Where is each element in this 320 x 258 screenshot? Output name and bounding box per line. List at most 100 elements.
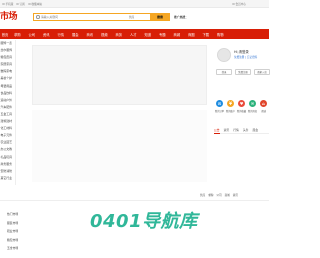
sidebar-item[interactable]: 办公文教 (0, 146, 15, 153)
section-link[interactable]: 供应 (200, 193, 205, 197)
sidebar-item[interactable]: 美妆个护 (0, 75, 15, 82)
nav-item-video[interactable]: 视频 (97, 32, 112, 37)
nav-item-bulletin[interactable]: 商讯 (83, 32, 98, 37)
mobile-link[interactable]: 手机版 (2, 2, 13, 6)
sidebar-item[interactable]: 运动户外 (0, 97, 15, 104)
sidebar-item[interactable]: 建筑建材 (0, 118, 15, 125)
sidebar-item[interactable]: 礼品玩具 (0, 154, 15, 161)
nav-item-business[interactable]: 商务 (112, 32, 127, 37)
member-center-link[interactable]: 会员中心 (232, 2, 246, 6)
heart-icon: ♥ (238, 100, 245, 107)
currency-icon: ¥ (227, 100, 234, 107)
search-icon (36, 15, 40, 19)
section-link[interactable]: 商城 (225, 193, 230, 197)
search-input[interactable] (41, 14, 127, 20)
nav-item-market[interactable]: 行情 (54, 32, 69, 37)
sidebar-item[interactable]: 商务服务 (0, 161, 15, 168)
search-category-select[interactable]: 供应 (129, 15, 134, 20)
nav-item-know[interactable]: 知道 (141, 32, 156, 37)
watermark-text: 0401导航库 (90, 211, 198, 232)
shortcut-messages[interactable]: ✉ 我的消息 (247, 100, 258, 113)
market-list-item[interactable]: 服装市场 (0, 219, 22, 228)
shortcut-favorites[interactable]: ♥ 我的收藏 (236, 100, 247, 113)
hot-search-label: 推广热搜： (174, 15, 188, 19)
member-center-label: 会员中心 (235, 3, 246, 6)
mobile-icon (2, 2, 5, 6)
sidebar-item[interactable]: 五金工具 (0, 111, 15, 118)
sidebar-item[interactable]: 电子元件 (0, 132, 15, 139)
nav-item-home[interactable]: 首页 (0, 32, 10, 37)
nav-item-mall[interactable]: 商城 (170, 32, 185, 37)
nav-item-buy[interactable]: 求购 (10, 32, 25, 37)
login-links-text[interactable]: 免费注册 | 忘记密码 (234, 56, 257, 59)
section-link[interactable]: 求购 (208, 193, 213, 197)
login-button[interactable]: 登录 (216, 69, 232, 75)
divider (0, 200, 269, 201)
sidebar-item[interactable]: 汽车配件 (0, 104, 15, 111)
tab-news[interactable]: 资讯 (224, 128, 230, 134)
nav-item-download[interactable]: 下载 (199, 32, 214, 37)
sidebar-item[interactable]: 母婴用品 (0, 83, 15, 90)
login-links[interactable]: 免费注册 | 忘记密码 (234, 55, 257, 59)
nav-item-circle[interactable]: 商圈 (184, 32, 199, 37)
market-list-item[interactable]: 五金市场 (0, 244, 22, 253)
nav-item-jobs[interactable]: 人才 (126, 32, 141, 37)
merchant-join-button[interactable]: 商家入驻 (254, 69, 270, 75)
register-button[interactable]: 免费注册 (235, 69, 251, 75)
sidebar-item[interactable]: 农业园艺 (0, 139, 15, 146)
bookmark-link[interactable]: 收藏本站 (28, 2, 42, 6)
sidebar-item[interactable]: 箱包皮具 (0, 54, 15, 61)
avatar[interactable] (217, 48, 231, 62)
market-list-item[interactable]: 箱包市场 (0, 236, 22, 245)
top-bar: 手机版 订阅 收藏本站 会员中心 (0, 0, 269, 8)
sidebar-item[interactable]: 食品饮料 (0, 90, 15, 97)
shortcut-label: 我的账户 (225, 109, 236, 113)
subscribe-label: 订阅 (19, 3, 25, 6)
shortcut-label: 商铺 (261, 109, 266, 113)
nav-item-news[interactable]: 资讯 (39, 32, 54, 37)
shortcut-shop[interactable]: ⌂ 商铺 (258, 100, 269, 113)
search-bar: 供应 搜索 (33, 13, 170, 21)
market-list-item[interactable]: 热门市场 (0, 210, 22, 219)
nav-item-company[interactable]: 公司 (25, 32, 40, 37)
nav-item-shopping[interactable]: 购物 (213, 32, 228, 37)
sidebar-item[interactable]: 丝巾服饰 (0, 47, 15, 54)
tab-notice[interactable]: 公告 (214, 128, 220, 134)
star-icon (28, 2, 31, 6)
category-sidebar: 服饰一览 丝巾服饰 箱包皮具 家居家具 数码家电 美妆个护 母婴用品 食品饮料 … (0, 40, 16, 185)
shortcut-label: 我的订单 (214, 109, 225, 113)
tab-market[interactable]: 行情 (233, 128, 239, 134)
site-logo[interactable]: 市场 (0, 10, 30, 24)
mobile-label: 手机版 (5, 3, 14, 6)
section-link[interactable]: 资讯 (233, 193, 238, 197)
section-link[interactable]: 公司 (216, 193, 221, 197)
sidebar-item[interactable]: 安防消防 (0, 168, 15, 175)
main-nav: 首页 求购 公司 资讯 行情 展会 商讯 视频 商务 人才 知道 专题 商城 商… (0, 29, 269, 39)
greeting-text[interactable]: Hi,请登录 (234, 49, 249, 54)
sidebar-item[interactable]: 化工材料 (0, 125, 15, 132)
sidebar-item[interactable]: 家居家具 (0, 61, 15, 68)
tab-headline[interactable]: 头条 (243, 128, 249, 134)
sidebar-item[interactable]: 服饰一览 (0, 40, 15, 47)
search-button[interactable]: 搜索 (150, 13, 170, 21)
rss-icon (16, 2, 19, 6)
tab-expo[interactable]: 展会 (252, 128, 258, 134)
info-tabs: 公告 资讯 行情 头条 展会 (214, 128, 269, 134)
nav-item-topics[interactable]: 专题 (155, 32, 170, 37)
nav-item-expo[interactable]: 展会 (68, 32, 83, 37)
market-list-item[interactable]: 鞋业市场 (0, 227, 22, 236)
shortcut-label: 我的消息 (247, 109, 258, 113)
sidebar-item[interactable]: 其它行业 (0, 175, 15, 182)
shortcut-label: 我的收藏 (236, 109, 247, 113)
market-list: 热门市场 服装市场 鞋业市场 箱包市场 五金市场 (0, 210, 22, 258)
user-shortcuts: ⊡ 我的订单 ¥ 我的账户 ♥ 我的收藏 ✉ 我的消息 ⌂ 商铺 (214, 100, 269, 113)
sidebar-item[interactable]: 数码家电 (0, 68, 15, 75)
shortcut-orders[interactable]: ⊡ 我的订单 (214, 100, 225, 113)
section-links: 供应 求购 公司 商城 资讯 (200, 193, 238, 197)
subscribe-link[interactable]: 订阅 (16, 2, 25, 6)
shortcut-account[interactable]: ¥ 我的账户 (225, 100, 236, 113)
content-panel (32, 110, 207, 182)
main-banner[interactable] (32, 45, 207, 105)
user-panel: Hi,请登录 免费注册 | 忘记密码 登录 免费注册 商家入驻 ⊡ 我的订单 ¥ 我… (214, 45, 270, 185)
bookmark-label: 收藏本站 (31, 3, 42, 6)
